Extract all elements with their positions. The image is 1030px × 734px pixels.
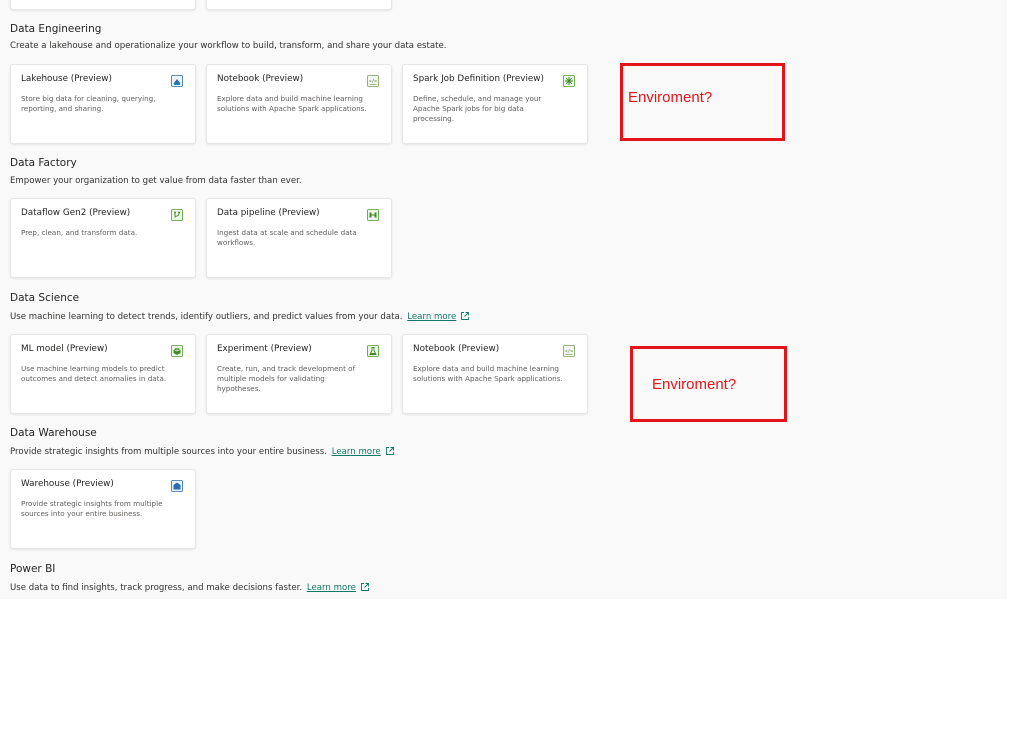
card-desc: Define, schedule, and manage your Apache… (413, 94, 542, 123)
card-desc: Prep, clean, and transform data. (21, 228, 138, 237)
learn-more-link[interactable]: Learn more (307, 583, 356, 593)
card-desc: Ingest data at scale and schedule data w… (217, 228, 357, 247)
section-title-data-science: Data Science (10, 292, 80, 304)
card-title: Lakehouse (Preview) (21, 74, 112, 84)
external-link-icon[interactable] (385, 446, 395, 456)
ml-model-icon (171, 345, 183, 357)
card-desc: Use machine learning models to predict o… (21, 364, 167, 383)
svg-text:</>: </> (369, 79, 377, 85)
description-text: Provide strategic insights from multiple… (10, 447, 327, 457)
dataflow-icon (171, 209, 183, 221)
card-dataflow-gen2[interactable]: Dataflow Gen2 (Preview) Prep, clean, and… (10, 198, 196, 278)
section-title-data-warehouse: Data Warehouse (10, 427, 97, 439)
card-title: ML model (Preview) (21, 344, 108, 354)
card-lakehouse[interactable]: Lakehouse (Preview) Store big data for c… (10, 64, 196, 144)
card-title: Experiment (Preview) (217, 344, 312, 354)
card-desc: Provide strategic insights from multiple… (21, 499, 163, 518)
warehouse-icon (171, 480, 183, 492)
external-link-icon[interactable] (360, 582, 370, 592)
card-title: Data pipeline (Preview) (217, 208, 320, 218)
lakehouse-icon (171, 75, 183, 87)
card-warehouse[interactable]: Warehouse (Preview) Provide strategic in… (10, 469, 196, 549)
card-data-pipeline[interactable]: Data pipeline (Preview) Ingest data at s… (206, 198, 392, 278)
spark-job-icon (563, 75, 575, 87)
card-title: Dataflow Gen2 (Preview) (21, 208, 131, 218)
learn-more-link[interactable]: Learn more (407, 312, 456, 322)
card-desc: Create, run, and track development of mu… (217, 364, 356, 393)
card-partial[interactable] (10, 0, 196, 10)
section-desc-data-engineering: Create a lakehouse and operationalize yo… (10, 41, 447, 51)
description-text: Use data to find insights, track progres… (10, 583, 303, 593)
card-title: Notebook (Preview) (413, 344, 500, 354)
annotation-text: Enviroment? (628, 89, 713, 106)
card-desc: Store big data for cleaning, querying, r… (21, 94, 156, 113)
section-desc-power-bi: Use data to find insights, track progres… (10, 582, 370, 593)
learn-more-link[interactable]: Learn more (332, 447, 381, 457)
notebook-icon: </> (367, 75, 379, 87)
card-title: Notebook (Preview) (217, 74, 304, 84)
external-link-icon[interactable] (460, 311, 470, 321)
section-title-data-engineering: Data Engineering (10, 23, 102, 35)
section-title-power-bi: Power BI (10, 563, 56, 575)
section-desc-data-science: Use machine learning to detect trends, i… (10, 311, 470, 322)
svg-text:</>: </> (565, 349, 573, 355)
card-spark-job-definition[interactable]: Spark Job Definition (Preview) Define, s… (402, 64, 588, 144)
card-notebook[interactable]: Notebook (Preview) Explore data and buil… (206, 64, 392, 144)
workspace-create-panel: Data Engineering Create a lakehouse and … (0, 0, 1007, 599)
annotation-text: Enviroment? (652, 376, 737, 393)
card-title: Warehouse (Preview) (21, 479, 114, 489)
experiment-icon (367, 345, 379, 357)
description-text: Use machine learning to detect trends, i… (10, 312, 403, 322)
card-ml-model[interactable]: ML model (Preview) Use machine learning … (10, 334, 196, 414)
section-desc-data-warehouse: Provide strategic insights from multiple… (10, 446, 395, 457)
section-desc-data-factory: Empower your organization to get value f… (10, 176, 302, 186)
notebook-icon: </> (563, 345, 575, 357)
section-title-data-factory: Data Factory (10, 157, 77, 169)
card-experiment[interactable]: Experiment (Preview) Create, run, and tr… (206, 334, 392, 414)
card-title: Spark Job Definition (Preview) (413, 74, 544, 84)
card-desc: Explore data and build machine learning … (217, 94, 367, 113)
card-partial[interactable] (206, 0, 392, 10)
card-notebook-science[interactable]: Notebook (Preview) Explore data and buil… (402, 334, 588, 414)
pipeline-icon (367, 209, 379, 221)
card-desc: Explore data and build machine learning … (413, 364, 563, 383)
